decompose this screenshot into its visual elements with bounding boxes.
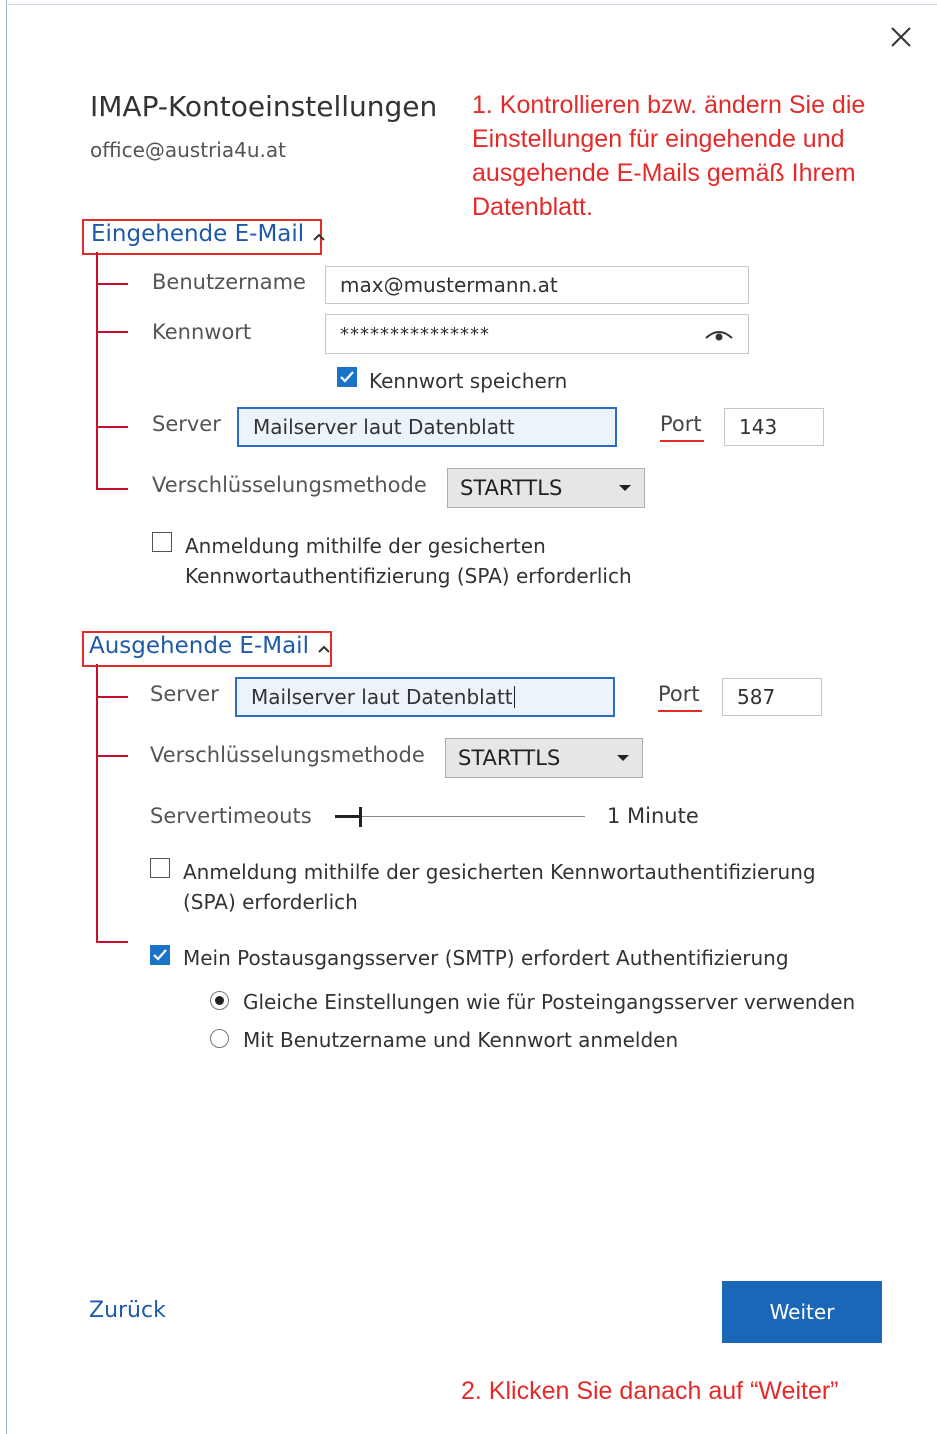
incoming-server-input[interactable]: Mailserver laut Datenblatt — [237, 407, 617, 447]
outgoing-bracket-tick — [96, 696, 128, 698]
back-link[interactable]: Zurück — [89, 1298, 166, 1323]
incoming-section-header: Eingehende E-Mail — [91, 221, 305, 247]
server-timeout-label: Servertimeouts — [150, 804, 312, 828]
show-password-button[interactable] — [704, 326, 734, 342]
username-label: Benutzername — [152, 270, 306, 294]
slider-thumb[interactable] — [359, 807, 362, 827]
outgoing-bracket-tick — [96, 941, 128, 943]
outgoing-encryption-select[interactable]: STARTTLS — [445, 738, 643, 778]
incoming-section-toggle[interactable]: Eingehende E-Mail — [91, 221, 326, 248]
outgoing-server-value: Mailserver laut Datenblatt — [251, 685, 513, 709]
dialog-title: IMAP-Kontoeinstellungen — [90, 90, 438, 123]
text-cursor — [513, 686, 515, 708]
password-input[interactable]: *************** — [325, 314, 749, 354]
outgoing-spa-label-line1: Anmeldung mithilfe der gesicherten Kennw… — [183, 860, 816, 884]
radio-login-credentials-label: Mit Benutzername und Kennwort anmelden — [243, 1028, 679, 1052]
next-button-label: Weiter — [769, 1300, 835, 1324]
close-button[interactable] — [884, 20, 918, 54]
save-password-checkbox[interactable] — [337, 367, 357, 387]
incoming-encryption-label: Verschlüsselungsmethode — [152, 473, 427, 497]
incoming-bracket-tick — [96, 283, 128, 285]
outgoing-port-value: 587 — [737, 685, 776, 709]
next-button[interactable]: Weiter — [722, 1281, 882, 1343]
incoming-bracket-tick — [96, 426, 128, 428]
annotation-note-2: 2. Klicken Sie danach auf “Weiter” — [461, 1377, 839, 1405]
outgoing-encryption-value: STARTTLS — [458, 746, 561, 770]
username-input[interactable]: max@mustermann.at — [325, 266, 749, 304]
slider-track — [335, 816, 585, 817]
incoming-server-value: Mailserver laut Datenblatt — [253, 415, 515, 439]
incoming-spa-label-line2: Kennwortauthentifizierung (SPA) erforder… — [185, 564, 632, 588]
outgoing-server-label: Server — [150, 682, 219, 706]
outgoing-section-header: Ausgehende E-Mail — [89, 633, 309, 659]
annotation-note-1: 1. Kontrollieren bzw. ändern Sie die Ein… — [472, 91, 866, 221]
incoming-encryption-select[interactable]: STARTTLS — [447, 468, 645, 508]
checkmark-icon — [340, 371, 354, 383]
outgoing-port-label: Port — [658, 682, 700, 706]
incoming-bracket-vertical — [96, 252, 98, 490]
incoming-encryption-value: STARTTLS — [460, 476, 563, 500]
incoming-port-underline — [660, 440, 704, 442]
slider-fill — [335, 815, 360, 818]
outgoing-port-input[interactable]: 587 — [722, 678, 822, 716]
server-timeout-slider[interactable] — [335, 806, 585, 828]
smtp-auth-checkbox[interactable] — [150, 945, 170, 965]
chevron-up-icon — [317, 634, 331, 660]
outgoing-encryption-label: Verschlüsselungsmethode — [150, 743, 425, 767]
incoming-spa-label-line1: Anmeldung mithilfe der gesicherten — [185, 534, 546, 558]
incoming-spa-checkbox[interactable] — [152, 532, 172, 552]
radio-login-credentials[interactable] — [210, 1029, 229, 1048]
outgoing-section-toggle[interactable]: Ausgehende E-Mail — [89, 633, 331, 660]
outgoing-spa-label-line2: (SPA) erforderlich — [183, 890, 358, 914]
incoming-port-value: 143 — [739, 415, 778, 439]
incoming-port-label: Port — [660, 412, 702, 436]
outgoing-spa-checkbox[interactable] — [150, 858, 170, 878]
outgoing-bracket-vertical — [96, 664, 98, 943]
dropdown-arrow-icon — [619, 485, 631, 491]
outgoing-bracket-tick — [96, 755, 128, 757]
username-value: max@mustermann.at — [340, 273, 558, 297]
incoming-port-input[interactable]: 143 — [724, 408, 824, 446]
incoming-bracket-tick — [96, 331, 128, 333]
password-label: Kennwort — [152, 320, 252, 344]
radio-same-settings[interactable] — [210, 991, 229, 1010]
outgoing-port-underline — [658, 710, 702, 712]
dropdown-arrow-icon — [617, 755, 629, 761]
save-password-label: Kennwort speichern — [369, 369, 568, 393]
password-value: *************** — [340, 323, 490, 345]
account-email: office@austria4u.at — [90, 138, 286, 162]
chevron-up-icon — [312, 222, 326, 248]
close-icon — [891, 27, 911, 47]
radio-same-settings-label: Gleiche Einstellungen wie für Posteingan… — [243, 990, 856, 1014]
eye-icon — [705, 331, 733, 341]
smtp-auth-label: Mein Postausgangsserver (SMTP) erfordert… — [183, 946, 789, 970]
checkmark-icon — [153, 949, 167, 961]
incoming-server-label: Server — [152, 412, 221, 436]
incoming-bracket-tick — [96, 488, 128, 490]
server-timeout-value: 1 Minute — [607, 804, 699, 828]
outgoing-server-input[interactable]: Mailserver laut Datenblatt — [235, 677, 615, 717]
